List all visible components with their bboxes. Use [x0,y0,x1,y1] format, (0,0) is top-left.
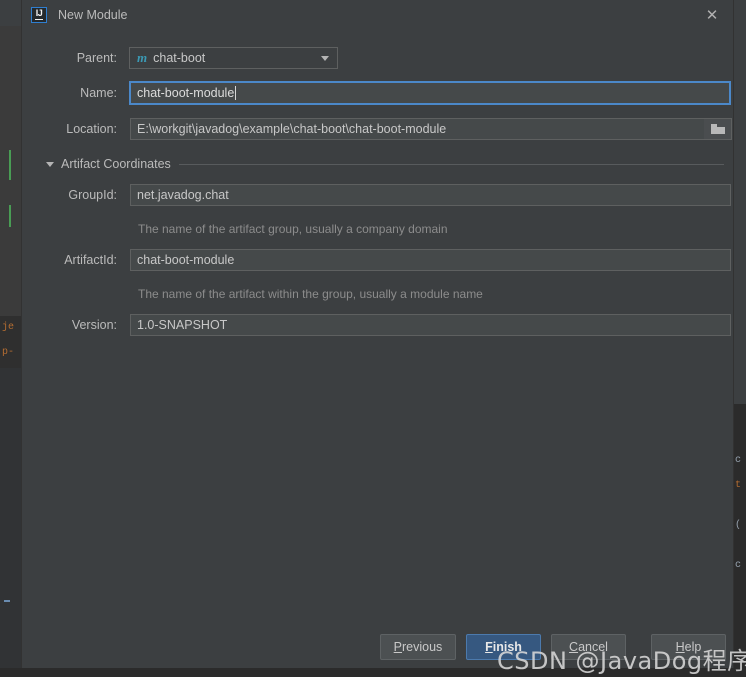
finish-button-mnemonic: F [485,640,493,654]
previous-button-label: revious [402,640,443,654]
screen: je p- c t ( c IJ New Module ✕ Parent: m … [0,0,746,677]
group-id-row: GroupId: net.javadog.chat [33,184,731,206]
artifact-coordinates-section-header[interactable]: Artifact Coordinates [46,157,724,171]
dialog-titlebar: IJ New Module ✕ [22,0,733,29]
location-row: Location: E:\workgit\javadog\example\cha… [33,118,732,140]
background-pane [734,0,746,404]
finish-button[interactable]: Finish [466,634,541,660]
artifact-id-hint: The name of the artifact within the grou… [138,287,483,301]
location-label: Location: [66,122,117,136]
background-text-fragment: p- [2,347,15,358]
parent-label: Parent: [76,51,117,65]
background-text-fragment: c [735,455,742,466]
previous-button[interactable]: Previous [380,634,456,660]
background-text-fragment: je [2,322,15,333]
version-row: Version: 1.0-SNAPSHOT [33,314,731,336]
chevron-down-icon [321,56,329,61]
artifact-id-value: chat-boot-module [137,253,235,267]
cancel-button[interactable]: Cancel [551,634,626,660]
previous-button-mnemonic: P [393,640,403,654]
group-id-hint: The name of the artifact group, usually … [138,222,448,236]
background-pane [0,0,21,26]
background-text-fragment: c [735,560,742,571]
folder-icon [710,124,725,134]
background-vcs-marker [9,205,11,227]
name-input[interactable]: chat-boot-module [129,81,731,105]
background-text-fragment: t [735,480,742,491]
cancel-button-mnemonic: C [569,640,579,654]
artifact-coordinates-title: Artifact Coordinates [61,157,171,171]
group-id-input[interactable]: net.javadog.chat [130,184,731,206]
parent-combobox[interactable]: m chat-boot [129,47,338,69]
dialog-title: New Module [58,7,128,22]
background-pane [0,368,21,677]
artifact-id-label: ArtifactId: [64,253,117,267]
background-ide-right-strip: c t ( c [734,0,746,677]
version-label: Version: [71,318,117,332]
location-input[interactable]: E:\workgit\javadog\example\chat-boot\cha… [130,118,704,140]
name-value: chat-boot-module [137,86,235,100]
background-editor [734,404,746,677]
close-icon[interactable]: ✕ [699,4,725,26]
background-vcs-marker [9,150,11,180]
help-button-mnemonic: H [675,640,685,654]
help-button-label: elp [684,640,702,654]
section-divider [178,163,724,165]
background-text-fragment: ( [735,520,742,531]
background-bottom-bar [0,668,746,677]
version-value: 1.0-SNAPSHOT [137,318,228,332]
background-marker [4,600,10,602]
location-value: E:\workgit\javadog\example\chat-boot\cha… [137,122,447,136]
version-input[interactable]: 1.0-SNAPSHOT [130,314,731,336]
parent-value: chat-boot [153,51,206,65]
name-label: Name: [80,86,117,100]
group-id-label: GroupId: [68,188,117,202]
artifact-id-row: ArtifactId: chat-boot-module [33,249,731,271]
triangle-down-icon[interactable] [46,161,54,167]
parent-row: Parent: m chat-boot [33,47,338,69]
new-module-dialog: IJ New Module ✕ Parent: m chat-boot Name… [21,0,734,677]
cancel-button-label: ancel [578,640,608,654]
help-button[interactable]: Help [651,634,726,660]
background-ide-left-strip: je p- [0,0,21,677]
name-row: Name: chat-boot-module [33,81,731,105]
finish-button-label: inish [492,640,522,654]
group-id-value: net.javadog.chat [137,188,229,202]
artifact-id-input[interactable]: chat-boot-module [130,249,731,271]
intellij-idea-logo-icon: IJ [31,6,47,23]
maven-module-icon: m [137,50,148,65]
text-caret [235,86,237,100]
browse-folder-button[interactable] [704,118,732,140]
